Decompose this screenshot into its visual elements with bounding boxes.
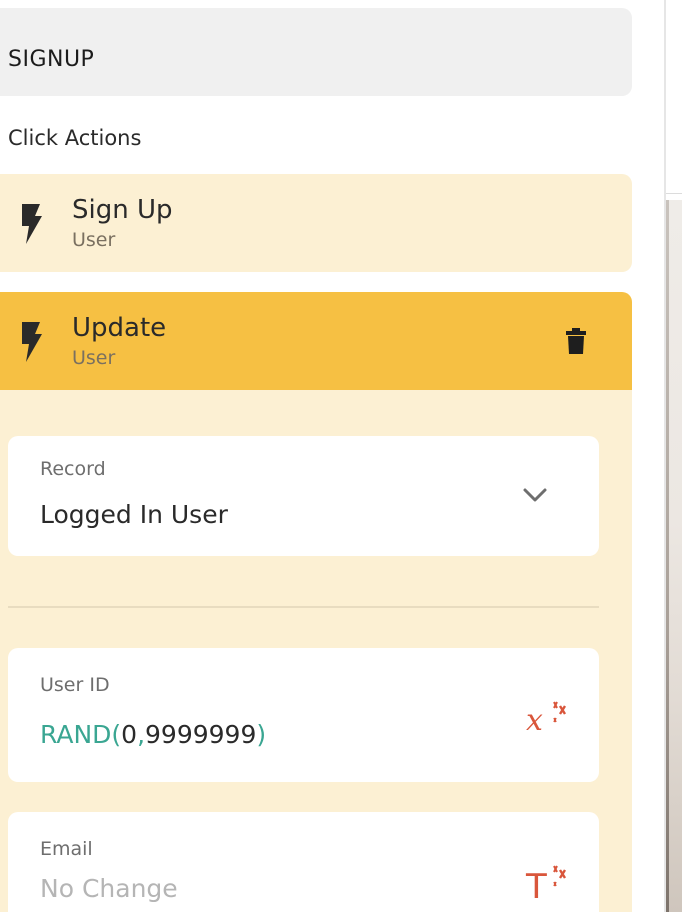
formula-arg: 0 <box>121 720 138 749</box>
action-update[interactable]: Update User <box>0 292 632 390</box>
properties-panel: SIGNUP Click Actions Sign Up User Update… <box>0 0 664 912</box>
trash-icon[interactable] <box>566 328 586 354</box>
record-select[interactable]: Record Logged In User <box>8 436 599 556</box>
click-actions-label: Click Actions <box>8 126 142 150</box>
email-field[interactable]: Email No Change T <box>8 812 599 912</box>
canvas-divider <box>666 193 682 194</box>
component-name-field[interactable]: SIGNUP <box>0 8 632 96</box>
magic-variable-icon[interactable]: x <box>524 698 568 738</box>
svg-text:x: x <box>526 703 543 738</box>
canvas-preview <box>666 0 682 912</box>
magic-text-icon[interactable]: T <box>524 862 568 902</box>
email-label: Email <box>40 838 93 860</box>
update-action-details: Record Logged In User User ID RAND(0,999… <box>0 390 632 912</box>
record-label: Record <box>40 458 106 480</box>
record-value: Logged In User <box>40 500 228 529</box>
canvas-image <box>666 200 682 912</box>
user-id-field[interactable]: User ID RAND(0,9999999) x <box>8 648 599 782</box>
action-subtitle: User <box>72 347 116 369</box>
formula-close: ) <box>256 720 267 749</box>
svg-text:T: T <box>525 867 547 902</box>
action-title: Sign Up <box>72 195 173 225</box>
email-value: No Change <box>40 874 178 903</box>
action-subtitle: User <box>72 229 116 251</box>
formula-arg: 9999999 <box>145 720 257 749</box>
component-name: SIGNUP <box>8 47 95 72</box>
chevron-down-icon <box>523 488 547 502</box>
action-sign-up[interactable]: Sign Up User <box>0 174 632 272</box>
divider <box>8 606 599 608</box>
formula-function: RAND( <box>40 720 122 749</box>
action-title: Update <box>72 313 167 343</box>
user-id-formula[interactable]: RAND(0,9999999) <box>40 720 266 749</box>
user-id-label: User ID <box>40 674 110 696</box>
formula-comma: , <box>137 720 146 749</box>
lightning-bolt-icon <box>22 204 42 244</box>
lightning-bolt-icon <box>22 322 42 362</box>
